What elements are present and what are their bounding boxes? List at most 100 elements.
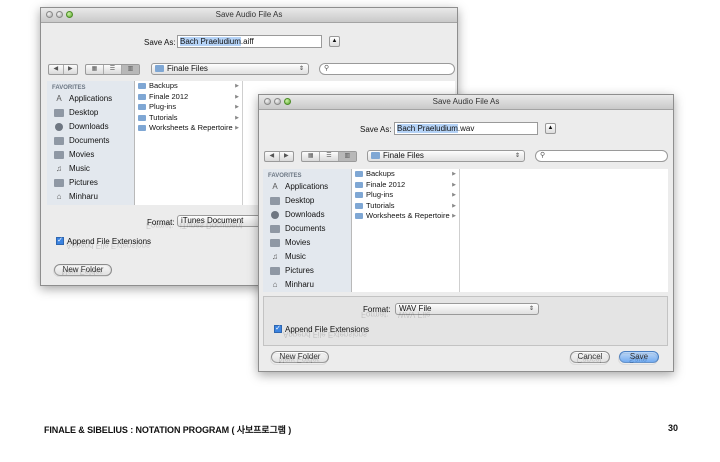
folder-icon — [138, 125, 146, 131]
append-extensions-label: Append File Extensions — [285, 325, 370, 334]
save-button[interactable]: Save — [619, 351, 659, 363]
folder-icon — [138, 93, 146, 100]
movies-icon — [270, 239, 280, 247]
filename-selected: Bach Praeludium — [397, 124, 458, 133]
new-folder-button[interactable]: New Folder — [54, 264, 112, 276]
file-item-plug-ins[interactable]: Plug-ins ▶ — [352, 190, 459, 201]
back-forward-buttons[interactable]: ◀ ▶ — [48, 64, 78, 75]
save-as-input[interactable]: Bach Praeludium.wav — [394, 122, 538, 135]
file-item-plug-ins[interactable]: Plug-ins ▶ — [135, 102, 242, 113]
sidebar-item-downloads[interactable]: Downloads — [47, 120, 134, 134]
back-arrow-icon[interactable]: ◀ — [49, 65, 64, 74]
list-view-icon[interactable]: ☰ — [104, 65, 122, 74]
sidebar-item-music[interactable]: ♫ Music — [47, 162, 134, 176]
music-icon: ♫ — [272, 252, 278, 261]
append-extensions-label: Append File Extensions — [67, 237, 152, 246]
file-item-tutorials[interactable]: Tutorials ▶ — [135, 113, 242, 124]
chevron-right-icon: ▶ — [452, 213, 456, 219]
expand-dialog-button[interactable]: ▲ — [545, 123, 556, 134]
location-popup[interactable]: Finale Files ⇕ — [367, 150, 525, 162]
location-label: Finale Files — [167, 64, 208, 73]
cancel-button[interactable]: Cancel — [570, 351, 610, 363]
location-popup[interactable]: Finale Files ⇕ — [151, 63, 309, 75]
file-item-worksheets[interactable]: Worksheets & Repertoire ▶ — [135, 123, 242, 134]
sidebar-item-documents[interactable]: Documents — [263, 222, 351, 236]
applications-icon: A — [272, 182, 278, 191]
pictures-icon — [270, 267, 280, 275]
chevron-right-icon: ▶ — [235, 114, 239, 121]
search-icon: ⚲ — [540, 152, 546, 159]
append-extensions-checkbox[interactable]: ✓ — [274, 325, 282, 333]
sidebar-item-minharu[interactable]: ⌂ Minharu — [263, 278, 351, 292]
back-forward-buttons[interactable]: ◀ ▶ — [264, 151, 294, 162]
search-icon: ⚲ — [324, 65, 330, 72]
file-column: Backups ▶ Finale 2012 ▶ Plug-ins ▶ Tutorial… — [352, 169, 460, 292]
music-icon: ♫ — [56, 164, 62, 173]
list-view-icon[interactable]: ☰ — [320, 152, 339, 161]
downloads-icon — [271, 211, 279, 219]
folder-icon — [138, 114, 146, 121]
search-field[interactable]: ⚲ — [535, 150, 668, 162]
forward-arrow-icon[interactable]: ▶ — [280, 152, 294, 161]
format-label: Format: — [363, 305, 391, 314]
empty-column — [460, 169, 668, 292]
folder-icon — [355, 171, 363, 177]
back-arrow-icon[interactable]: ◀ — [265, 152, 280, 161]
file-item-backups[interactable]: Backups ▶ — [135, 81, 242, 92]
folder-icon — [355, 202, 363, 209]
new-folder-button[interactable]: New Folder — [271, 351, 329, 363]
file-item-finale-2012[interactable]: Finale 2012 ▶ — [352, 180, 459, 191]
sidebar-item-downloads[interactable]: Downloads — [263, 208, 351, 222]
file-item-backups[interactable]: Backups ▶ — [352, 169, 459, 180]
expand-dialog-button[interactable]: ▲ — [329, 36, 340, 47]
sidebar-item-desktop[interactable]: Desktop — [263, 194, 351, 208]
column-view-icon[interactable]: ▥ — [338, 152, 356, 161]
sidebar-item-minharu[interactable]: ⌂ Minharu — [47, 190, 134, 204]
column-view-icon[interactable]: ▥ — [122, 65, 139, 74]
folder-icon — [371, 152, 380, 160]
pictures-icon — [54, 179, 64, 187]
favorites-sidebar: FAVORITES A Applications Desktop Download… — [47, 81, 135, 205]
file-item-tutorials[interactable]: Tutorials ▶ — [352, 201, 459, 212]
sidebar-item-pictures[interactable]: Pictures — [263, 264, 351, 278]
popup-arrows-icon: ⇕ — [528, 306, 534, 312]
sidebar-item-music[interactable]: ♫ Music — [263, 250, 351, 264]
sidebar-item-movies[interactable]: Movies — [47, 148, 134, 162]
sidebar-item-desktop[interactable]: Desktop — [47, 106, 134, 120]
view-mode-buttons[interactable]: ▦ ☰ ▥ — [85, 64, 140, 75]
sidebar-item-applications[interactable]: A Applications — [263, 180, 351, 194]
home-icon: ⌂ — [272, 280, 278, 289]
view-mode-buttons[interactable]: ▦ ☰ ▥ — [301, 151, 357, 162]
forward-arrow-icon[interactable]: ▶ — [64, 65, 78, 74]
sidebar-item-documents[interactable]: Documents — [47, 134, 134, 148]
title-bar: Save Audio File As — [259, 95, 673, 110]
home-icon: ⌂ — [56, 192, 62, 201]
window-title: Save Audio File As — [432, 97, 500, 106]
movies-icon — [54, 151, 64, 159]
sidebar-item-applications[interactable]: A Applications — [47, 92, 134, 106]
chevron-right-icon: ▶ — [452, 192, 456, 198]
folder-icon — [355, 213, 363, 219]
icon-view-icon[interactable]: ▦ — [86, 65, 104, 74]
sidebar-item-movies[interactable]: Movies — [263, 236, 351, 250]
window-title: Save Audio File As — [215, 10, 283, 19]
icon-view-icon[interactable]: ▦ — [302, 152, 321, 161]
popup-arrows-icon: ⇕ — [298, 66, 304, 72]
search-field[interactable]: ⚲ — [319, 63, 455, 75]
save-as-label: Save As: — [360, 125, 392, 134]
chevron-right-icon: ▶ — [452, 171, 456, 177]
folder-icon — [355, 181, 363, 188]
sidebar-item-pictures[interactable]: Pictures — [47, 176, 134, 190]
file-item-worksheets[interactable]: Worksheets & Repertoire ▶ — [352, 211, 459, 222]
filename-selected: Bach Praeludium — [180, 37, 241, 46]
format-value: WAV File — [399, 304, 432, 313]
append-extensions-checkbox[interactable]: ✓ — [56, 237, 64, 245]
save-as-input[interactable]: Bach Praeludium.aiff — [177, 35, 322, 48]
save-dialog-wav: Save Audio File As Save As: Bach Praelud… — [258, 94, 674, 372]
file-item-finale-2012[interactable]: Finale 2012 ▶ — [135, 92, 242, 103]
folder-icon — [138, 104, 146, 110]
folder-icon — [138, 83, 146, 89]
page-number: 30 — [668, 423, 679, 433]
folder-icon — [355, 192, 363, 198]
format-popup[interactable]: WAV File ⇕ — [395, 303, 539, 315]
